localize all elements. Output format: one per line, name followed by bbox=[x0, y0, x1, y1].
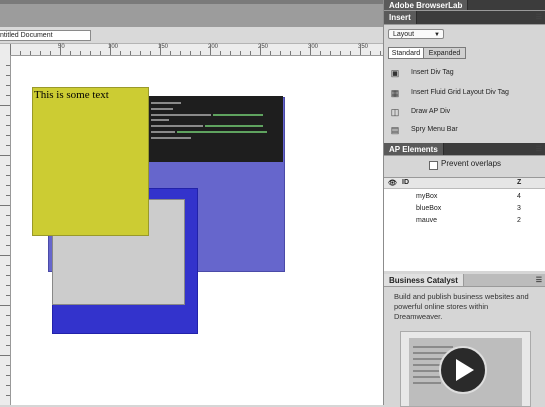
insert-item-div-tag[interactable]: ▣ Insert Div Tag bbox=[384, 64, 545, 84]
insert-item-label: Draw AP Div bbox=[411, 108, 451, 115]
business-catalyst-panel-header[interactable]: Business Catalyst ☰ bbox=[384, 274, 545, 287]
chevron-down-icon: ▼ bbox=[434, 32, 440, 38]
tab-expanded[interactable]: Expanded bbox=[424, 47, 466, 59]
ap-row-id: myBox bbox=[416, 193, 438, 200]
insert-item-fluid-grid[interactable]: ▦ Insert Fluid Grid Layout Div Tag bbox=[384, 84, 545, 104]
ap-row-z: 2 bbox=[517, 217, 521, 224]
document-title-field[interactable]: ntitled Document bbox=[0, 30, 91, 41]
ap-row-z: 3 bbox=[517, 205, 521, 212]
insert-panel-header[interactable]: Insert ☰ bbox=[384, 11, 545, 25]
code-screenshot-image bbox=[147, 96, 283, 162]
ap-elements-tab[interactable]: AP Elements bbox=[384, 143, 444, 155]
business-catalyst-video[interactable] bbox=[400, 331, 531, 407]
browserlab-tab[interactable]: Adobe BrowserLab bbox=[384, 0, 469, 10]
insert-category-value: Layout bbox=[393, 31, 415, 38]
panel-menu-icon[interactable]: ☰ bbox=[536, 13, 542, 21]
insert-category-select[interactable]: Layout ▼ bbox=[388, 29, 444, 39]
mybox-text: This is some text bbox=[34, 89, 109, 101]
ap-col-z[interactable]: Z bbox=[517, 179, 521, 186]
panel-dock: Adobe BrowserLab Insert ☰ Layout ▼ Stand… bbox=[383, 0, 545, 407]
insert-item-spry-menu-bar[interactable]: ▤ Spry Menu Bar bbox=[384, 121, 545, 141]
eye-icon[interactable]: 👁 bbox=[388, 179, 397, 187]
table-row[interactable]: mauve 2 bbox=[384, 215, 545, 227]
document-tab-bar: ntitled Document bbox=[0, 27, 383, 44]
ap-elements-panel-header[interactable]: AP Elements ☰ bbox=[384, 143, 545, 156]
menu-bar-icon: ▤ bbox=[390, 125, 400, 135]
prevent-overlaps-checkbox[interactable] bbox=[429, 161, 438, 170]
play-icon[interactable] bbox=[439, 346, 487, 394]
business-catalyst-blurb: Build and publish business websites and … bbox=[394, 292, 529, 321]
ap-div-icon: ◫ bbox=[390, 107, 400, 117]
ap-row-id: blueBox bbox=[416, 205, 442, 212]
insert-item-label: Spry Menu Bar bbox=[411, 126, 458, 133]
div-tag-icon: ▣ bbox=[390, 68, 400, 78]
document-window: ntitled Document 50 100 150 200 250 300 … bbox=[0, 0, 383, 405]
ap-col-id[interactable]: ID bbox=[402, 179, 409, 186]
ap-div-mybox[interactable]: This is some text bbox=[32, 87, 149, 236]
ap-row-z: 4 bbox=[517, 193, 521, 200]
insert-item-label: Insert Fluid Grid Layout Div Tag bbox=[411, 89, 509, 96]
browserlab-panel-header[interactable]: Adobe BrowserLab bbox=[384, 0, 545, 11]
application-bar bbox=[0, 0, 383, 27]
fluid-grid-icon: ▦ bbox=[390, 88, 400, 98]
table-row[interactable]: blueBox 3 bbox=[384, 203, 545, 215]
prevent-overlaps-label: Prevent overlaps bbox=[441, 159, 502, 168]
panel-menu-icon[interactable]: ☰ bbox=[536, 276, 542, 284]
horizontal-ruler: 50 100 150 200 250 300 350 bbox=[0, 44, 383, 56]
table-row[interactable]: myBox 4 bbox=[384, 191, 545, 203]
ap-elements-table: 👁 ID Z myBox 4 blueBox 3 mauve 2 bbox=[384, 177, 545, 271]
ap-elements-header-row: 👁 ID Z bbox=[384, 178, 545, 189]
business-catalyst-tab[interactable]: Business Catalyst bbox=[384, 274, 464, 286]
insert-item-label: Insert Div Tag bbox=[411, 69, 454, 76]
panel-menu-icon[interactable]: ☰ bbox=[536, 145, 542, 153]
tab-standard[interactable]: Standard bbox=[388, 47, 424, 59]
ruler-label: 50 bbox=[58, 44, 65, 50]
ap-row-id: mauve bbox=[416, 217, 438, 224]
vertical-ruler bbox=[0, 55, 11, 405]
insert-tab[interactable]: Insert bbox=[384, 11, 417, 24]
insert-item-draw-ap-div[interactable]: ◫ Draw AP Div bbox=[384, 103, 545, 123]
